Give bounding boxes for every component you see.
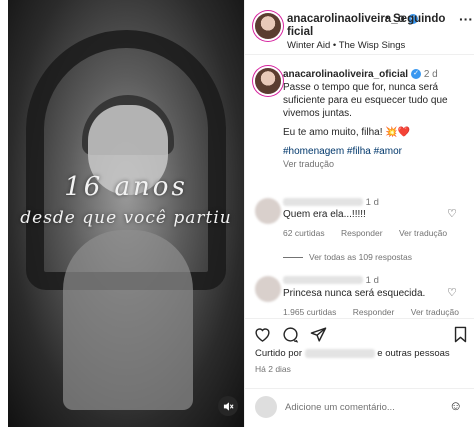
liked-by-prefix: Curtido por [255,348,302,359]
share-paper-plane-icon[interactable] [309,325,327,343]
view-replies-link[interactable]: Ver todas as 109 respostas [283,252,412,262]
comment-like-heart-icon[interactable]: ♡ [447,207,457,220]
post-date[interactable]: Há 2 dias [255,364,291,374]
comment-bubble-icon[interactable] [281,325,299,343]
author-avatar[interactable] [255,13,281,39]
comment-text: Quem era ela...!!!!! [283,209,366,220]
comment-reply-button[interactable]: Responder [353,307,395,317]
caption-username[interactable]: anacarolinaoliveira_oficial [283,69,408,80]
comment-time: 1 d [365,197,379,208]
author-username-line2[interactable]: ficial [287,26,313,38]
media-overlay-title: 16 anos [64,172,188,202]
media-figure-dress [63,230,193,410]
caption-translate-link[interactable]: Ver tradução [283,158,473,171]
post-media[interactable]: 16 anos desde que você partiu [8,0,244,427]
separator-dot: • [385,12,389,24]
more-options-icon[interactable]: ··· [459,11,473,27]
commenter-avatar[interactable] [255,276,281,302]
post-header: anacarolinaoliveira_o ✓ ficial • Seguindo… [245,0,474,55]
liked-by-suffix[interactable]: e outras pessoas [377,348,449,359]
comment-likes[interactable]: 1.965 curtidas [283,307,336,317]
caption-paragraph-2: Eu te amo muito, filha! 💥❤️ [283,127,411,138]
comment-like-heart-icon[interactable]: ♡ [447,286,457,299]
liked-by: Curtido por e outras pessoas [255,348,450,359]
comment-reply-button[interactable]: Responder [341,228,383,238]
comment-translate-link[interactable]: Ver tradução [411,307,459,317]
caption-time[interactable]: 2 d [424,69,438,80]
comment-time: 1 d [365,275,379,286]
comment-header: 1 d [283,275,379,286]
save-bookmark-icon[interactable] [451,325,469,343]
media-overlay-subtitle: desde que você partiu [20,208,232,228]
current-user-avatar [255,396,277,418]
commenter-avatar[interactable] [255,198,281,224]
speaker-muted-icon[interactable] [218,396,238,416]
commenter-username-redacted[interactable] [283,276,363,285]
page-margin [0,0,8,427]
comment-meta: 1.965 curtidas Responder Ver tradução [283,307,473,317]
like-heart-icon[interactable] [253,325,271,343]
comment-likes[interactable]: 62 curtidas [283,228,325,238]
post-action-bar [245,318,474,348]
comment-translate-link[interactable]: Ver tradução [399,228,447,238]
caption-paragraph-1: Passe o tempo que for, nunca será sufici… [283,82,448,119]
commenter-username-redacted[interactable] [283,198,363,207]
add-comment-input[interactable] [285,399,435,415]
comment-text: Princesa nunca será esquecida. [283,288,426,299]
caption-avatar[interactable] [255,68,281,94]
comment-item: 1 d Quem era ela...!!!!! 62 curtidas Res… [245,194,474,254]
following-button[interactable]: Seguindo [393,13,445,25]
liked-by-user-redacted[interactable] [304,348,375,358]
comment-meta: 62 curtidas Responder Ver tradução [283,228,461,238]
caption-hashtags[interactable]: #homenagem #filha #amor [283,145,473,158]
caption-body: anacarolinaoliveira_oficial ✓ 2 d Passe o… [283,68,473,171]
verified-badge-icon: ✓ [411,69,422,80]
music-track[interactable]: Winter Aid • The Wisp Sings [287,40,405,51]
add-comment-bar: ☺ [245,388,474,427]
post-side-panel: anacarolinaoliveira_o ✓ ficial • Seguindo… [244,0,474,427]
comment-header: 1 d [283,197,379,208]
emoji-icon[interactable]: ☺ [449,398,462,413]
